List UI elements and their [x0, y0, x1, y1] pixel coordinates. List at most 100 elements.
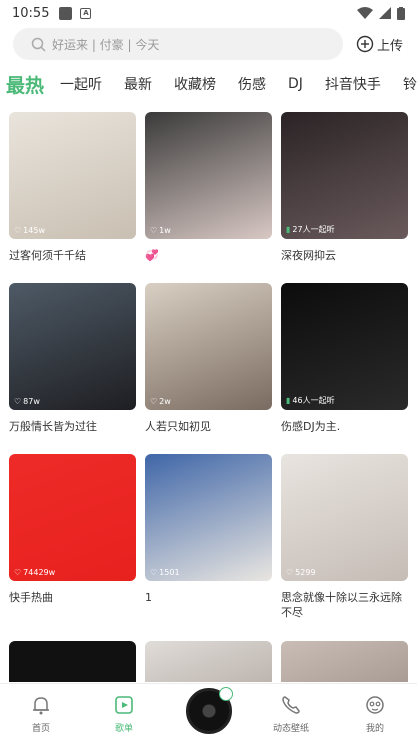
nav-home-label: 首页 — [31, 724, 50, 734]
playlist-cover: ♡ 145w — [9, 112, 136, 239]
playlist-card[interactable]: ♡ 87w 万般情长皆为过往 — [9, 283, 136, 434]
playlist-title: 伤感DJ为主. — [281, 420, 341, 433]
play-count-value: 1w — [159, 226, 171, 235]
playlist-title: 💞 — [145, 249, 159, 262]
tab-ringtones[interactable]: 铃声 — [403, 74, 417, 94]
nav-home[interactable]: 首页 — [11, 694, 71, 734]
play-count-value: 27人一起听 — [292, 225, 335, 234]
playlist-title: 万般情长皆为过往 — [9, 420, 97, 433]
play-count-value: 145w — [23, 226, 45, 235]
bottom-nav: 首页 歌单 动态壁纸 我的 — [0, 683, 417, 743]
play-count: ♡ 5299 — [286, 568, 316, 577]
playlist-card[interactable]: ♡ 145w 过客何须千千结 — [9, 112, 136, 263]
nav-mine-label: 我的 — [365, 724, 384, 734]
playlist-title: 过客何须千千结 — [9, 249, 86, 262]
upload-label: 上传 — [377, 38, 404, 54]
playlist-cover: ♡ 87w — [9, 283, 136, 410]
playlist-cover: ♡ 5299 — [281, 454, 408, 581]
play-count-value: 5299 — [295, 568, 316, 577]
playlist-cover: ♡ 1501 — [145, 454, 272, 581]
status-right — [357, 6, 405, 20]
playlist-cover — [145, 641, 272, 682]
play-count-value: 2w — [159, 397, 171, 406]
playlist-card[interactable] — [145, 641, 272, 682]
upload-button[interactable]: 上传 — [356, 32, 403, 56]
play-count-value: 46人一起听 — [292, 396, 335, 405]
playlist-title: 1 — [145, 591, 152, 604]
playlist-card[interactable] — [281, 641, 408, 682]
playlist-card[interactable]: ♡ 2w 人若只如初见 — [145, 283, 272, 434]
playlist-card[interactable]: ♡ 1501 1 — [145, 454, 272, 605]
nav-live-wallpaper-label: 动态壁纸 — [272, 724, 309, 734]
tab-sad[interactable]: 伤感 — [238, 74, 266, 94]
nav-live-wallpaper[interactable]: 动态壁纸 — [261, 694, 321, 734]
play-count: ♡ 1501 — [150, 568, 180, 577]
playlist-cover: ▮ 27人一起听 — [281, 112, 408, 239]
search-input[interactable]: 好运来 | 付豪 | 今天 — [13, 28, 343, 60]
signal-icon — [379, 7, 391, 19]
playlist-title: 快手热曲 — [9, 591, 53, 604]
play-count: ▮ 27人一起听 — [286, 224, 335, 235]
tab-listen-together[interactable]: 一起听 — [60, 74, 102, 94]
play-count-value: 1501 — [159, 568, 180, 577]
playlist-cover: ▮ 46人一起听 — [281, 283, 408, 410]
playlist-card[interactable]: ♡ 1w 💞 — [145, 112, 272, 263]
battery-icon — [397, 6, 405, 20]
tab-favorites-chart[interactable]: 收藏榜 — [174, 74, 216, 94]
playlist-cover — [281, 641, 408, 682]
status-bar: 10:55 A — [0, 0, 417, 26]
notification-a-icon: A — [80, 7, 92, 19]
tab-newest[interactable]: 最新 — [124, 74, 152, 94]
playlist-title: 人若只如初见 — [145, 420, 211, 433]
thumb-icon: ♡ — [14, 226, 22, 235]
wifi-icon — [357, 7, 373, 19]
phone-icon — [282, 696, 300, 714]
play-count: ▮ 46人一起听 — [286, 395, 335, 406]
playlist-card[interactable] — [9, 641, 136, 682]
play-count: ♡ 2w — [150, 397, 171, 406]
bars-icon: ▮ — [286, 225, 291, 234]
playlist-cover: ♡ 1w — [145, 112, 272, 239]
nav-playlist[interactable]: 歌单 — [94, 694, 154, 734]
thumb-icon: ♡ — [286, 568, 294, 577]
tab-dj[interactable]: DJ — [288, 76, 303, 92]
play-count: ♡ 74429w — [14, 568, 55, 577]
nav-mine[interactable]: 我的 — [345, 694, 405, 734]
thumb-icon: ♡ — [150, 568, 158, 577]
thumb-icon: ♡ — [150, 226, 158, 235]
notification-icon — [59, 6, 73, 20]
now-playing-disc[interactable] — [186, 687, 233, 734]
search-row: 好运来 | 付豪 | 今天 上传 — [0, 28, 417, 62]
nav-playlist-label: 歌单 — [114, 724, 133, 734]
avatar-icon — [366, 696, 384, 714]
play-count: ♡ 87w — [14, 397, 40, 406]
thumb-icon: ♡ — [14, 568, 22, 577]
plus-circle-icon — [356, 35, 374, 53]
bars-icon: ▮ — [286, 396, 291, 405]
status-time: 10:55 — [12, 5, 50, 21]
playlist-card[interactable]: ♡ 74429w 快手热曲 — [9, 454, 136, 605]
thumb-icon: ♡ — [150, 397, 158, 406]
playlist-icon — [115, 696, 133, 714]
search-icon — [31, 37, 46, 52]
playlist-title: 深夜网抑云 — [281, 249, 336, 262]
tab-douyin-kuaishou[interactable]: 抖音快手 — [325, 74, 381, 94]
playlist-cover: ♡ 2w — [145, 283, 272, 410]
tab-hot[interactable]: 最热 — [6, 71, 44, 98]
playlist-grid: ♡ 145w 过客何须千千结 ♡ 1w 💞 ▮ 27人一起听 深夜网抑云 ♡ 87w 万般情长皆为过往… — [0, 112, 417, 682]
playlist-card[interactable]: ♡ 5299 思念就像十除以三永远除不尽 — [281, 454, 408, 620]
thumb-icon: ♡ — [14, 397, 22, 406]
bell-icon — [33, 697, 49, 715]
playlist-title: 思念就像十除以三永远除不尽 — [281, 591, 402, 619]
playlist-cover — [9, 641, 136, 682]
search-placeholder: 好运来 | 付豪 | 今天 — [52, 37, 160, 52]
playing-indicator-icon — [219, 687, 233, 701]
playlist-card[interactable]: ▮ 27人一起听 深夜网抑云 — [281, 112, 408, 263]
play-count-value: 87w — [23, 397, 40, 406]
playlist-cover: ♡ 74429w — [9, 454, 136, 581]
play-count-value: 74429w — [23, 568, 56, 577]
play-count: ♡ 1w — [150, 226, 171, 235]
playlist-card[interactable]: ▮ 46人一起听 伤感DJ为主. — [281, 283, 408, 434]
category-tabs: 最热 一起听 最新 收藏榜 伤感 DJ 抖音快手 铃声 — [0, 64, 417, 104]
play-count: ♡ 145w — [14, 226, 45, 235]
